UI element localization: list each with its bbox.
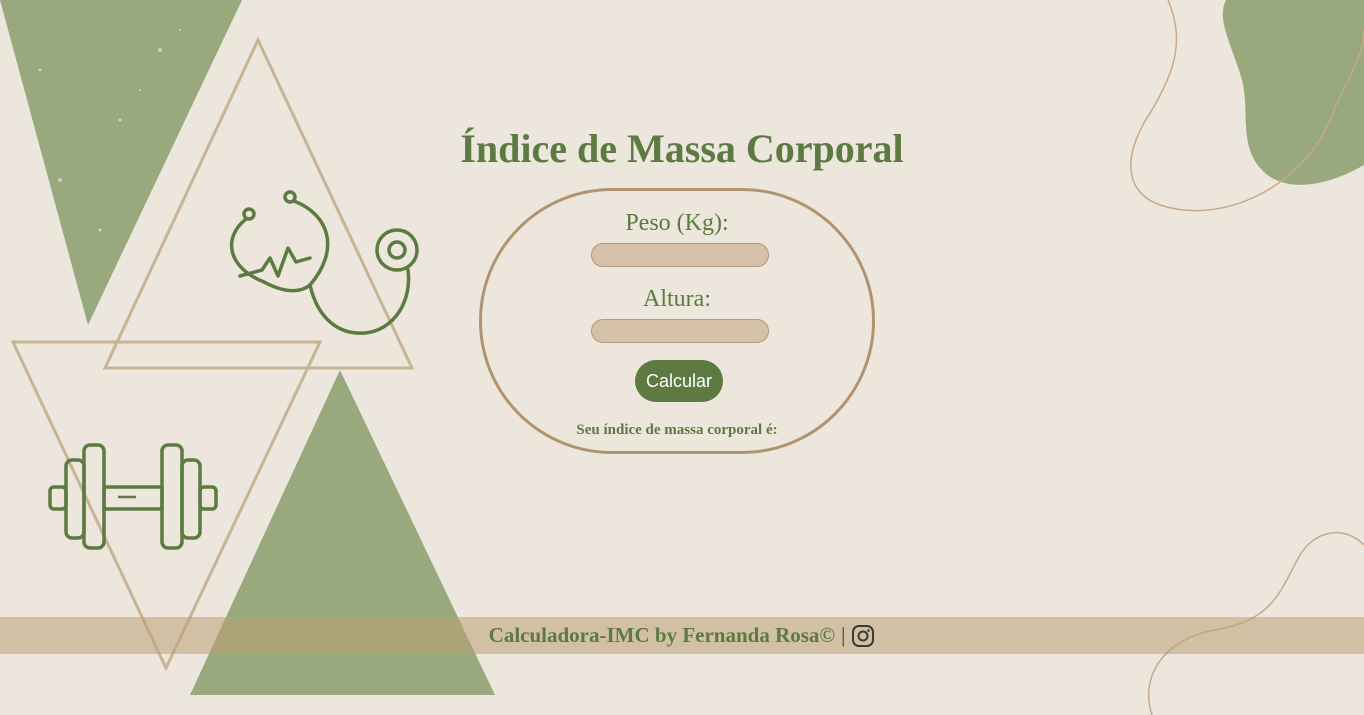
footer-separator: | <box>841 623 846 647</box>
bmi-form: Peso (Kg): Altura: Calcular Seu índice d… <box>479 188 875 454</box>
weight-input[interactable] <box>591 243 769 267</box>
weight-label: Peso (Kg): <box>625 210 729 236</box>
calculate-button[interactable]: Calcular <box>635 360 723 402</box>
footer: Calculadora-IMC by Fernanda Rosa© | <box>0 617 1364 654</box>
height-label: Altura: <box>643 286 711 312</box>
stethoscope-icon <box>229 190 419 335</box>
footer-credit: Calculadora-IMC by Fernanda Rosa© <box>488 623 836 647</box>
dumbbell-icon <box>48 443 218 550</box>
result-text: Seu índice de massa corporal é: <box>576 422 778 438</box>
height-input[interactable] <box>591 319 769 343</box>
page-title: Índice de Massa Corporal <box>460 126 904 171</box>
instagram-icon[interactable] <box>851 624 875 648</box>
